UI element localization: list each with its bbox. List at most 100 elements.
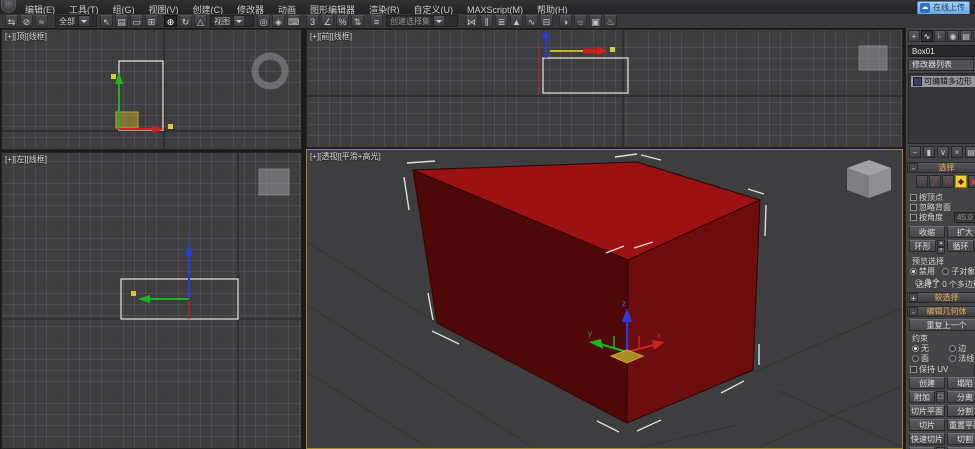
select-and-rotate-icon[interactable]: ↻ xyxy=(179,15,192,27)
make-unique-icon[interactable]: ∨ xyxy=(937,146,949,158)
checkbox-icon[interactable] xyxy=(910,204,917,211)
viewport-perspective-label[interactable]: [+][透视][平滑+高光] xyxy=(310,151,381,162)
rectangular-selection-region-icon[interactable]: ▭ xyxy=(130,15,143,27)
angle-snap-icon[interactable]: ∠ xyxy=(321,15,334,27)
tab-hierarchy[interactable]: ⊦ xyxy=(934,30,946,42)
viewcube[interactable] xyxy=(847,160,891,198)
viewcube-ring[interactable] xyxy=(255,56,285,86)
tab-modify[interactable]: ∿ xyxy=(921,30,933,42)
tab-create[interactable]: + xyxy=(908,30,920,42)
expand-icon[interactable]: + xyxy=(909,293,918,302)
box-front-view-wireframe[interactable] xyxy=(543,58,628,93)
rendered-frame-window-icon[interactable]: ▣ xyxy=(589,15,602,27)
layer-manager-icon[interactable]: ≣ xyxy=(495,15,508,27)
polygon-mode-button[interactable]: ◆ xyxy=(955,175,967,188)
split-button[interactable]: 分割 xyxy=(947,405,975,417)
by-angle-checkbox[interactable]: 按角度 45.0 xyxy=(910,212,975,223)
render-setup-icon[interactable]: ☼ xyxy=(574,15,587,27)
mirror-icon[interactable]: ⋈ xyxy=(465,15,478,27)
percent-snap-icon[interactable]: % xyxy=(336,15,349,27)
vertex-mode-button[interactable]: ∴ xyxy=(916,175,928,188)
configure-modifier-sets-icon[interactable]: ▤ xyxy=(965,146,975,158)
create-button[interactable]: 创建 xyxy=(909,377,945,389)
viewport-top[interactable]: [+][顶][线框] xyxy=(1,29,302,150)
shrink-button[interactable]: 收缩 xyxy=(909,226,945,238)
radio-constraint-face[interactable] xyxy=(912,355,919,362)
object-name-field[interactable]: Box01 xyxy=(908,45,975,57)
viewport-left-canvas[interactable] xyxy=(2,153,302,449)
select-and-move-icon[interactable]: ⊕ xyxy=(164,15,177,27)
viewport-perspective-canvas[interactable]: x y z xyxy=(307,150,902,448)
preserve-uv-checkbox[interactable]: 保持 UV □ xyxy=(910,364,975,375)
viewport-top-canvas[interactable] xyxy=(2,30,302,150)
rollout-edit-geometry-header[interactable]: - 编辑几何体 xyxy=(907,306,975,317)
use-pivot-point-center-icon[interactable]: ◎ xyxy=(257,15,270,27)
edit-named-sets-icon[interactable]: ≡ xyxy=(370,15,383,27)
unlink-selection-icon[interactable]: ⊘ xyxy=(20,15,33,27)
loop-button[interactable]: 循环 xyxy=(947,240,974,252)
cut-button[interactable]: 切割 xyxy=(947,433,975,445)
keyboard-override-icon[interactable]: ⌨ xyxy=(287,15,300,27)
select-object-icon[interactable]: ↖ xyxy=(100,15,113,27)
graphite-modeling-icon[interactable]: ▲ xyxy=(510,15,523,27)
selection-filter-dropdown[interactable]: 全部 xyxy=(55,15,97,27)
viewport-top-label[interactable]: [+][顶][线框] xyxy=(5,31,47,42)
viewport-front-label[interactable]: [+][前][线框] xyxy=(310,31,352,42)
detach-button[interactable]: 分离 xyxy=(947,391,975,403)
stack-item-editable-poly[interactable]: 可编辑多边形 xyxy=(911,76,975,87)
tab-display[interactable]: ▤ xyxy=(960,30,972,42)
collapse-button[interactable]: 塌陷 xyxy=(947,377,975,389)
viewcube[interactable] xyxy=(859,46,887,70)
ring-spinner[interactable]: ▴▾ xyxy=(937,240,945,252)
online-upload-button[interactable]: ☁ 在线上传 xyxy=(917,1,970,15)
radio-disable[interactable] xyxy=(910,268,917,275)
gizmo-z-axis[interactable] xyxy=(185,232,193,299)
window-crossing-icon[interactable]: ⊞ xyxy=(145,15,158,27)
modifier-stack[interactable]: 可编辑多边形 xyxy=(908,73,975,144)
reference-coordsys-dropdown[interactable]: 视图 xyxy=(210,15,254,27)
gizmo-y-axis[interactable] xyxy=(138,295,189,303)
gizmo-x-axis[interactable] xyxy=(550,46,607,56)
radio-constraint-none[interactable] xyxy=(912,345,919,352)
viewport-perspective[interactable]: [+][透视][平滑+高光] xyxy=(306,149,903,449)
modifier-list-dropdown[interactable]: 修改器列表 xyxy=(908,59,975,71)
attach-settings-button[interactable]: □ xyxy=(936,391,945,403)
rollout-soft-selection-header[interactable]: + 软选择 xyxy=(907,292,975,303)
snap-toggle-3d-icon[interactable]: 3 xyxy=(306,15,319,27)
repeat-last-button[interactable]: 重复上一个 xyxy=(909,319,975,331)
ring-button[interactable]: 环形 xyxy=(909,240,936,252)
viewport-left-label[interactable]: [+][左][线框] xyxy=(5,154,47,165)
gizmo-z-axis[interactable] xyxy=(542,30,550,58)
reset-plane-button[interactable]: 重置平面 xyxy=(947,419,975,431)
material-editor-icon[interactable]: ◑ xyxy=(559,15,572,27)
radio-constraint-edge[interactable] xyxy=(949,345,956,352)
align-icon[interactable]: ∥ xyxy=(480,15,493,27)
select-and-manipulate-icon[interactable]: ◈ xyxy=(272,15,285,27)
schematic-view-icon[interactable]: ⊟ xyxy=(540,15,553,27)
dropdown-arrow-icon[interactable] xyxy=(78,16,89,26)
viewport-left[interactable]: [+][左][线框] xyxy=(1,152,302,449)
box-object[interactable] xyxy=(413,162,760,423)
viewport-front[interactable]: [+][前][线框] xyxy=(306,29,903,148)
grow-button[interactable]: 扩大 xyxy=(947,226,975,238)
named-selection-set-field[interactable]: 创建选择集 xyxy=(386,15,458,27)
collapse-icon[interactable]: - xyxy=(909,163,918,172)
rollout-selection-header[interactable]: - 选择 xyxy=(907,162,975,173)
select-and-scale-icon[interactable]: △ xyxy=(194,15,207,27)
radio-constraint-normal[interactable] xyxy=(949,355,956,362)
angle-value-field[interactable]: 45.0 xyxy=(954,212,975,223)
bind-to-space-warp-icon[interactable]: ≈ xyxy=(35,15,48,27)
checkbox-icon[interactable] xyxy=(910,194,917,201)
render-production-icon[interactable]: ♨ xyxy=(604,15,617,27)
curve-editor-icon[interactable]: ∿ xyxy=(525,15,538,27)
application-button[interactable] xyxy=(1,0,16,13)
dropdown-arrow-icon[interactable] xyxy=(433,16,444,26)
checkbox-icon[interactable] xyxy=(910,366,917,373)
remove-modifier-icon[interactable]: × xyxy=(951,146,963,158)
radio-subobj[interactable] xyxy=(942,268,949,275)
spinner-snap-icon[interactable]: ⇅ xyxy=(351,15,364,27)
quickslice-button[interactable]: 快速切片 xyxy=(909,433,945,445)
select-and-link-icon[interactable]: ⇆ xyxy=(5,15,18,27)
dropdown-arrow-icon[interactable] xyxy=(233,16,244,26)
select-by-name-icon[interactable]: ▤ xyxy=(115,15,128,27)
